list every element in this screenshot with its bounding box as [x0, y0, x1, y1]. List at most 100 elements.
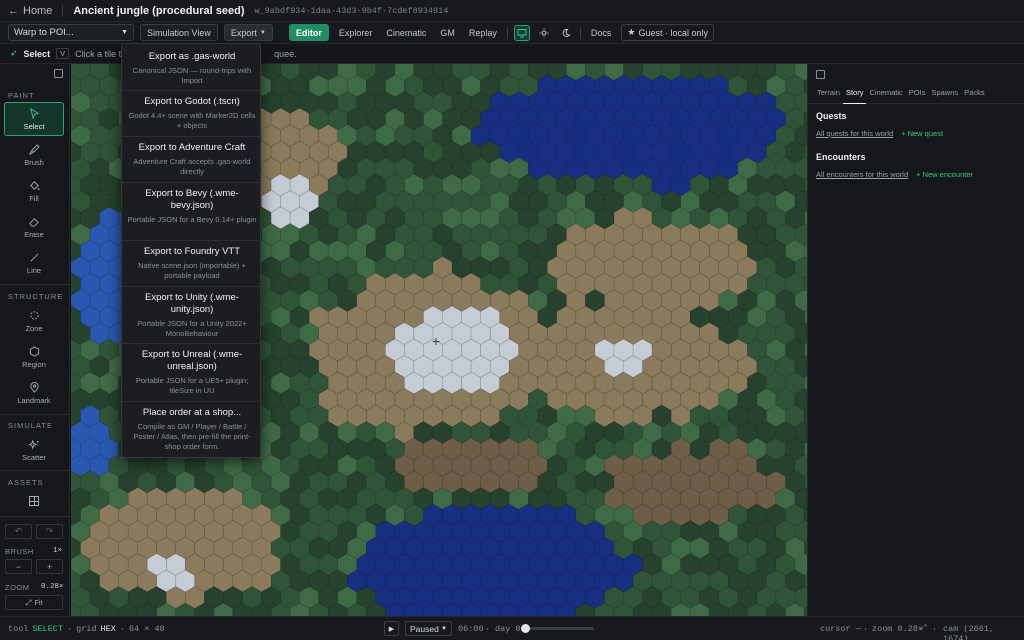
tab-cinematic[interactable]: Cinematic — [866, 84, 905, 104]
encounters-heading: Encounters — [816, 152, 866, 162]
place-order-shop-item[interactable]: Place order at a shop... Compile as GM /… — [126, 407, 258, 452]
tool-label: Region — [22, 359, 46, 369]
encounters-links: All encounters for this world + New enco… — [816, 170, 973, 179]
cursor-icon — [29, 107, 39, 119]
divider — [122, 136, 260, 137]
moon-icon[interactable] — [558, 25, 574, 41]
sim-time: 06:00 — [458, 624, 484, 634]
warp-to-poi-select[interactable]: Warp to POI... ▼ — [8, 24, 134, 41]
mode-tab-gm[interactable]: GM — [436, 28, 459, 38]
tool-landmark[interactable]: Landmark — [4, 376, 64, 410]
tab-story[interactable]: Story — [842, 84, 867, 104]
divider — [122, 343, 260, 344]
mode-tab-replay[interactable]: Replay — [465, 28, 501, 38]
warp-select-value: Warp to POI... — [14, 27, 74, 38]
fit-icon[interactable]: ⤢ — [920, 623, 926, 633]
tool-label: Brush — [24, 157, 44, 167]
export-bevy-item[interactable]: Export to Bevy (.wme-bevy.json) Portable… — [126, 188, 258, 225]
zoom-fit-button[interactable]: ⤢ Fit — [5, 595, 63, 610]
timeline-slider[interactable] — [521, 624, 594, 633]
divider — [0, 284, 70, 285]
status-tool-label: tool — [8, 623, 29, 634]
line-icon — [30, 253, 38, 261]
back-arrow-icon: ← — [8, 4, 19, 17]
play-icon: ▶ — [388, 625, 395, 633]
mode-tab-cinematic[interactable]: Cinematic — [382, 28, 430, 38]
new-quest-button[interactable]: + New quest — [901, 129, 943, 138]
export-foundry-item[interactable]: Export to Foundry VTT Native scene.json … — [126, 246, 258, 281]
menu-item-title: Export to Foundry VTT — [143, 246, 241, 257]
guest-badge[interactable]: ★ Guest · local only — [621, 24, 715, 41]
tab-pois[interactable]: POIs — [906, 84, 929, 104]
expand-icon: ⤢ — [25, 597, 32, 607]
tool-scatter[interactable]: Scatter — [4, 433, 64, 467]
tool-region[interactable]: Region — [4, 340, 64, 374]
tool-erase[interactable]: Erase — [4, 210, 64, 244]
menu-item-desc: Canonical JSON — round-trips with Import — [132, 66, 252, 85]
caret-down-icon: ▼ — [259, 29, 266, 36]
tool-label: Select — [23, 121, 45, 131]
monitor-theme-icon[interactable] — [513, 24, 530, 41]
menu-item-title: Export as .gas-world — [148, 51, 236, 62]
world-id: w_9abdf934-1daa-43d3-9b4f-7cdef8934914 — [254, 5, 449, 16]
grid-icon[interactable] — [29, 496, 39, 506]
brush-increase-button[interactable]: + — [36, 559, 63, 574]
paint-bucket-icon — [29, 180, 40, 190]
collapse-sidebar-icon[interactable] — [54, 69, 63, 78]
export-gas-world-item[interactable]: Export as .gas-world Canonical JSON — ro… — [126, 51, 258, 86]
redo-button[interactable]: ↷ — [36, 524, 63, 539]
home-link[interactable]: ← Home — [8, 5, 52, 17]
divider — [579, 26, 581, 39]
menu-item-desc: Portable JSON for a Bevy 0.14+ plugin — [127, 215, 257, 224]
speed-select[interactable]: Paused ▼ — [405, 621, 452, 636]
docs-link[interactable]: Docs — [587, 28, 616, 38]
tool-brush[interactable]: Brush — [4, 138, 64, 172]
timeline-slider-handle[interactable] — [521, 624, 530, 633]
tab-terrain[interactable]: Terrain — [814, 84, 843, 104]
chevron-down-icon: ▼ — [121, 29, 128, 36]
tool-label: Zone — [25, 323, 43, 333]
export-unreal-item[interactable]: Export to Unreal (.wme-unreal.json) Port… — [126, 349, 258, 396]
menu-item-desc: Compile as GM / Player / Battle / Poster… — [133, 422, 251, 451]
tool-label: Line — [26, 265, 42, 275]
export-button[interactable]: Export ▼ — [223, 24, 273, 41]
mode-label: Editor — [295, 27, 322, 38]
tool-zone[interactable]: Zone — [4, 304, 64, 338]
new-encounter-button[interactable]: + New encounter — [916, 170, 973, 179]
export-godot-item[interactable]: Export to Godot (.tscn) Godot 4.4+ scene… — [126, 96, 258, 131]
cursor-readout: cursor — — [820, 624, 861, 634]
tool-select[interactable]: Select — [4, 102, 64, 136]
mode-tab-editor[interactable]: Editor — [288, 24, 329, 41]
menu-item-desc: Godot 4.4+ scene with Marker2D cells + o… — [128, 111, 256, 130]
all-quests-link[interactable]: All quests for this world — [816, 129, 893, 138]
tool-label: Fill — [29, 193, 39, 203]
play-button[interactable]: ▶ — [384, 621, 399, 636]
tab-spawns[interactable]: Spawns — [928, 84, 961, 104]
collapse-panel-icon[interactable] — [816, 70, 825, 79]
undo-button[interactable]: ↶ — [5, 524, 32, 539]
export-dropdown-menu: Export as .gas-world Canonical JSON — ro… — [121, 43, 261, 458]
export-unity-item[interactable]: Export to Unity (.wme-unity.json) Portab… — [126, 292, 258, 339]
tool-line[interactable]: Line — [4, 246, 64, 280]
tool-label: Erase — [24, 229, 44, 239]
world-title: Ancient jungle (procedural seed) — [73, 4, 245, 17]
divider — [122, 401, 260, 402]
menu-item-title: Export to Unreal (.wme-unreal.json) — [141, 349, 243, 372]
zoom-readout: zoom 0.28× — [872, 624, 924, 634]
all-encounters-link[interactable]: All encounters for this world — [816, 170, 908, 179]
tool-fill[interactable]: Fill — [4, 174, 64, 208]
export-adventure-craft-item[interactable]: Export to Adventure Craft Adventure Craf… — [126, 142, 258, 177]
simulation-view-button[interactable]: Simulation View — [140, 24, 218, 41]
export-label: Export — [230, 27, 257, 38]
current-tool-label: Select — [23, 48, 51, 59]
menu-item-title: Export to Godot (.tscn) — [144, 96, 240, 107]
brush-decrease-button[interactable]: − — [5, 559, 32, 574]
divider — [122, 90, 260, 91]
mode-tab-explorer[interactable]: Explorer — [335, 28, 377, 38]
menu-item-title: Export to Bevy (.wme-bevy.json) — [145, 188, 239, 211]
tab-packs[interactable]: Packs — [961, 84, 987, 104]
speed-value: Paused — [410, 623, 439, 634]
status-grid-value: HEX — [100, 623, 116, 634]
sun-icon[interactable] — [536, 25, 552, 41]
menu-item-title: Place order at a shop... — [142, 407, 242, 418]
